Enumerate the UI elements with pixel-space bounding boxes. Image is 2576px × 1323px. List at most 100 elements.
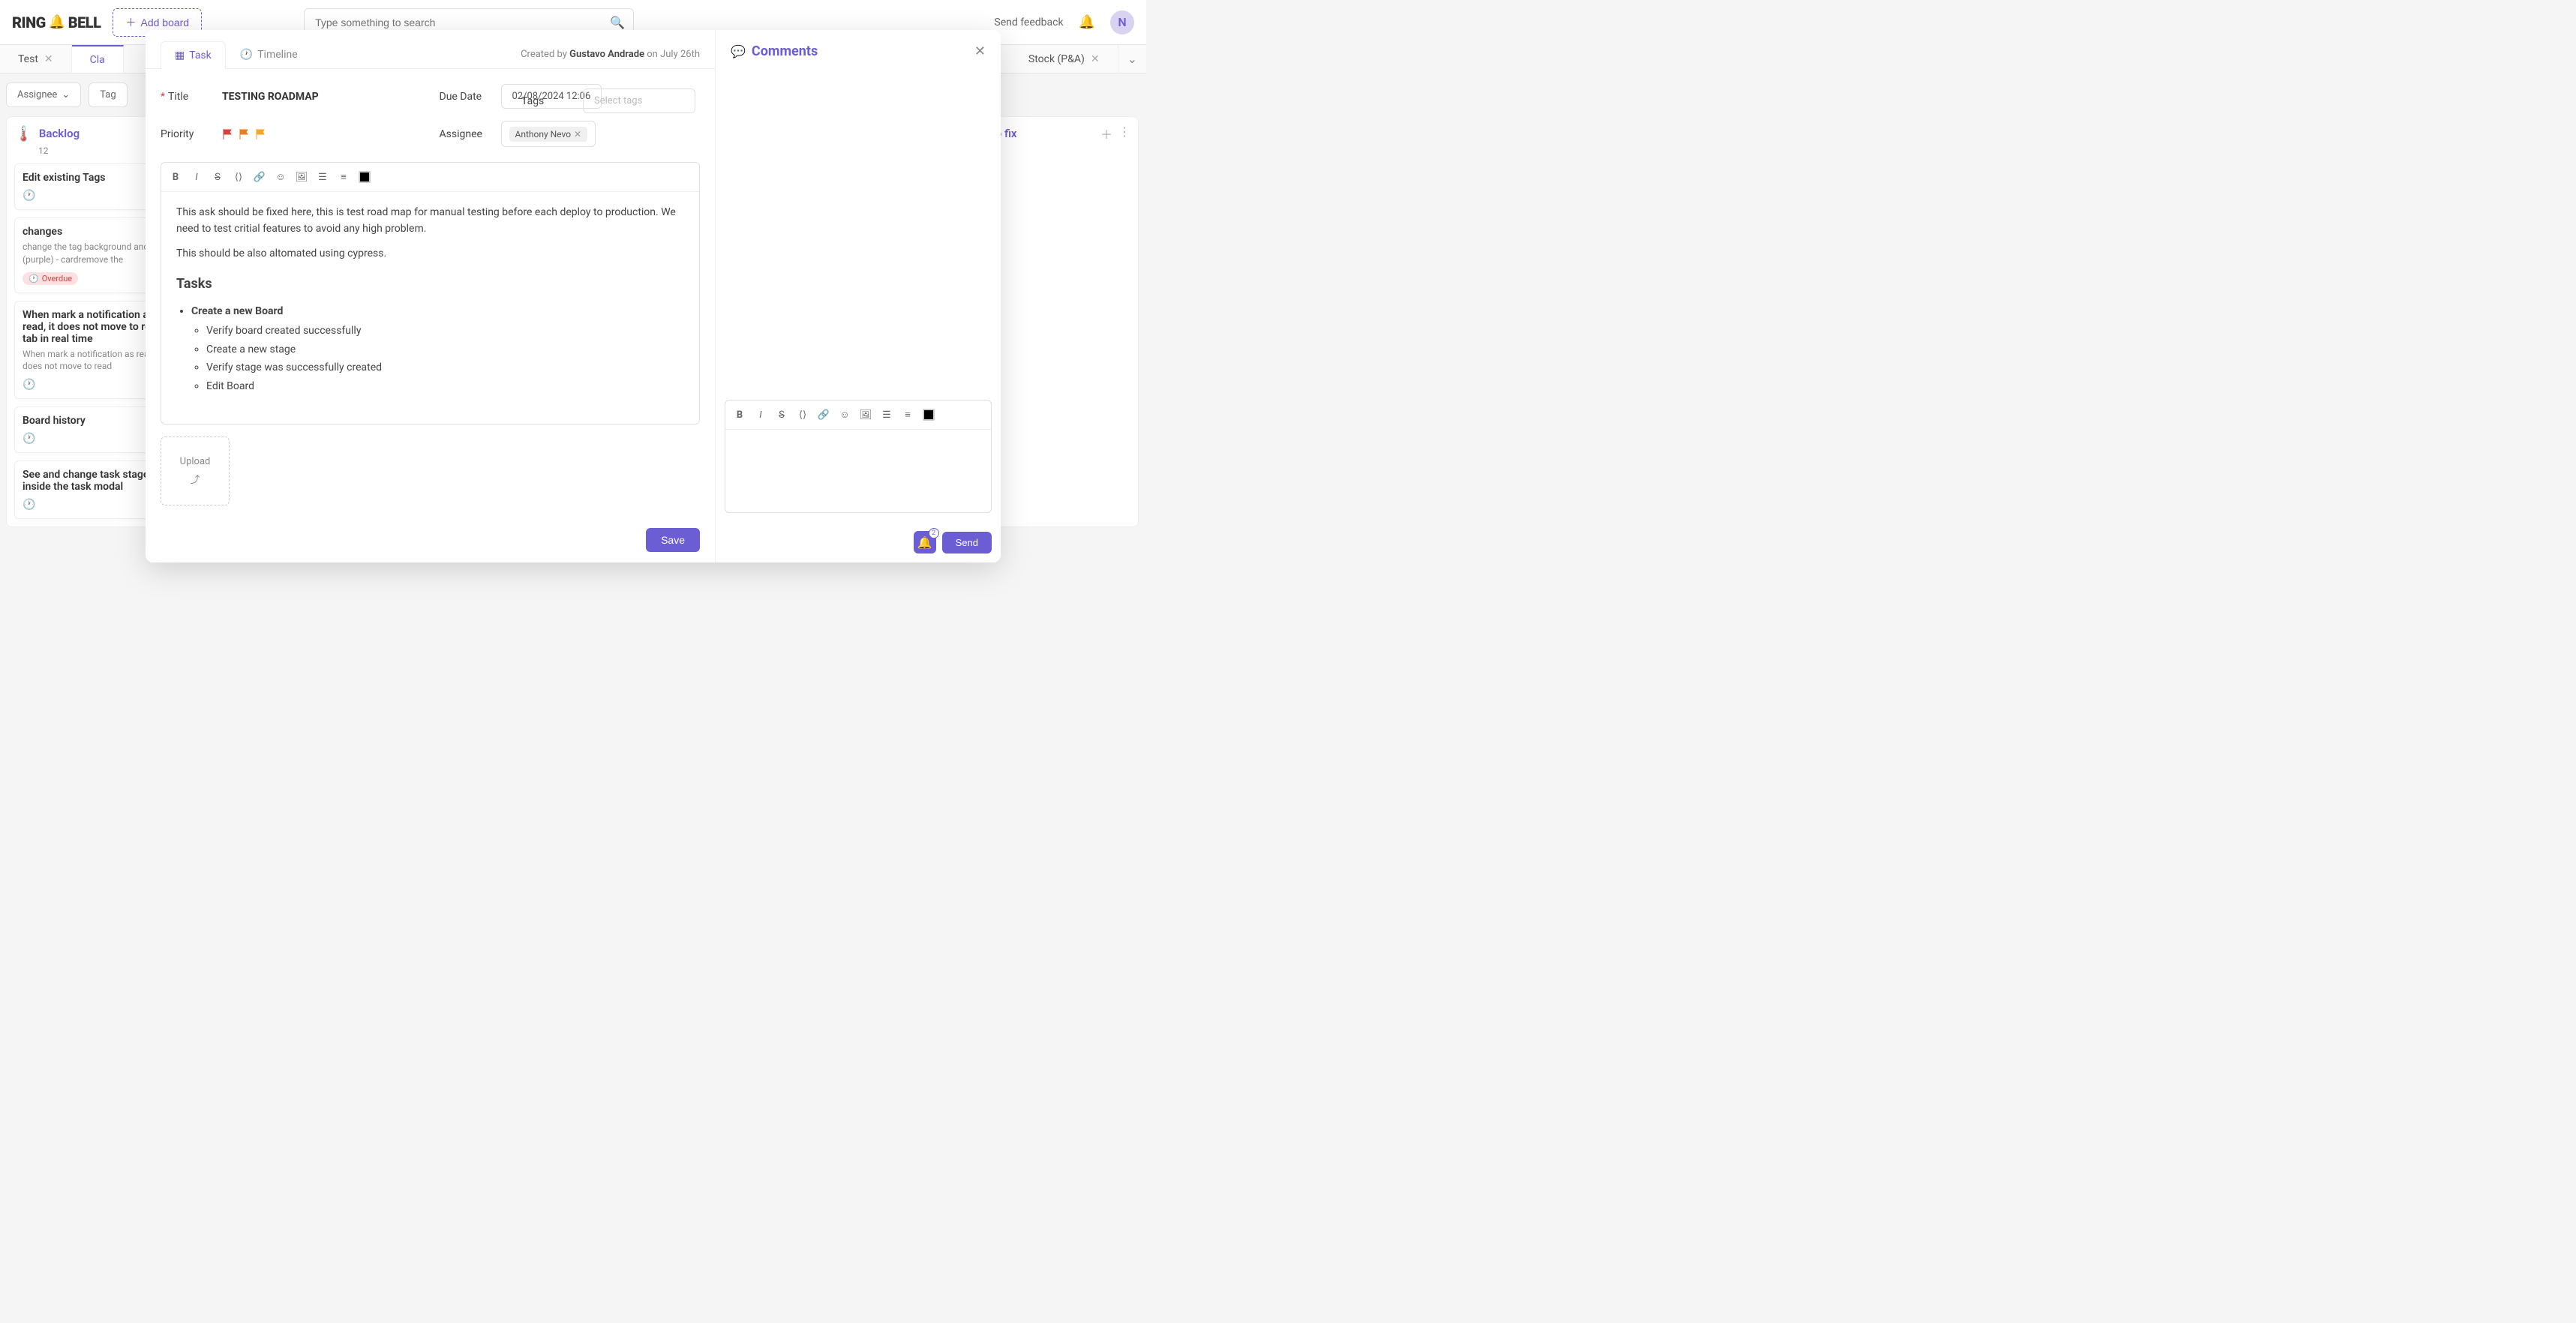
tab-timeline[interactable]: 🕐 Timeline [226,40,312,68]
clock-icon: 🕐 [23,499,35,511]
close-icon[interactable]: ✕ [974,44,986,59]
italic-icon[interactable]: I [751,405,770,424]
comment-editor: B I S ⟨⟩ 🔗 ☺ 🖼 ☰ ≡ [725,400,992,513]
tasks-heading: Tasks [176,274,684,296]
task-icon: ▦ [175,50,185,62]
title-value[interactable]: TESTING ROADMAP [222,91,319,103]
notifications-icon[interactable]: 🔔 [1079,14,1095,30]
label-text: Title [168,91,188,103]
tags-row: Tags Select tags [521,88,695,113]
title-label: *Title [161,91,213,103]
bell-icon: 🔔 [49,14,65,30]
list-item: Verify stage was successfully created [206,359,684,376]
assignee-filter[interactable]: Assignee ⌄ [6,82,81,107]
clock-icon: 🕐 [23,190,35,202]
tags-label: Tags [521,95,574,107]
tab-label: Task [189,50,212,62]
remove-icon[interactable]: ✕ [574,129,581,140]
color-picker[interactable] [355,167,374,187]
filter-label: Tag [100,89,116,100]
tab-task[interactable]: ▦ Task [161,41,226,69]
comment-toolbar: B I S ⟨⟩ 🔗 ☺ 🖼 ☰ ≡ [725,400,991,430]
color-picker[interactable] [919,405,938,424]
image-icon[interactable]: 🖼 [856,405,875,424]
tags-input[interactable]: Select tags [583,88,695,113]
board-tab-stock[interactable]: Stock (P&A) ✕ [1010,45,1118,73]
comments-list [716,73,1001,391]
image-icon[interactable]: 🖼 [292,167,311,187]
assignee-label: Assignee [440,128,492,140]
user-avatar[interactable]: N [1110,10,1134,34]
tab-label: Cla [90,54,105,66]
created-author: Gustavo Andrade [569,49,644,60]
board-tab-test[interactable]: Test ✕ [0,45,72,73]
logo-text-ring: RING [12,14,46,32]
comments-header: 💬 Comments ✕ [716,30,1001,73]
bullet-list-icon[interactable]: ☰ [313,167,332,187]
strikethrough-icon[interactable]: S [208,167,227,187]
code-icon[interactable]: ⟨⟩ [793,405,812,424]
list-item: Create a new stage [206,341,684,358]
emoji-icon[interactable]: ☺ [835,405,854,424]
clock-icon: 🕐 [240,49,253,61]
strikethrough-icon[interactable]: S [772,405,791,424]
flag-icon[interactable] [222,128,234,140]
overdue-label: Overdue [42,274,72,284]
upload-icon: ⤴ [190,472,200,486]
close-icon[interactable]: ✕ [44,53,53,65]
emoji-icon[interactable]: ☺ [271,167,290,187]
description-editor: B I S ⟨⟩ 🔗 ☺ 🖼 ☰ ≡ This ask should be fi… [161,162,700,424]
clock-icon: 🕐 [23,433,35,445]
editor-content[interactable]: This ask should be fixed here, this is t… [161,192,699,424]
ordered-list-icon[interactable]: ≡ [334,167,353,187]
link-icon[interactable]: 🔗 [250,167,269,187]
italic-icon[interactable]: I [187,167,206,187]
close-icon[interactable]: ✕ [1091,53,1100,65]
comment-input[interactable] [725,430,991,512]
tag-filter[interactable]: Tag [89,82,127,107]
modal-left: ▦ Task 🕐 Timeline Created by Gustavo And… [146,30,716,562]
tab-label: Test [18,53,38,65]
app-logo: RING 🔔 BELL [12,14,101,32]
list-item: Edit Board [206,378,684,394]
upload-button[interactable]: Upload ⤴ [161,436,230,506]
priority-row: Priority [161,121,422,147]
chevron-down-icon[interactable]: ⌄ [1118,45,1146,73]
notify-button[interactable]: 🔔 2 [914,531,936,554]
assignee-row: Assignee Anthony Nevo ✕ [440,121,701,147]
created-by: Created by Gustavo Andrade on July 26th [521,49,700,60]
title-row: *Title TESTING ROADMAP [161,84,422,109]
clock-icon: 🕐 [29,274,39,284]
code-icon[interactable]: ⟨⟩ [229,167,248,187]
task-top: Create a new Board [191,305,283,317]
board-tab-cla[interactable]: Cla [72,45,124,73]
priority-label: Priority [161,128,213,140]
flag-icon[interactable] [255,128,267,140]
send-row: 🔔 2 Send [716,522,1001,562]
overdue-badge: 🕐 Overdue [23,272,78,285]
assignee-name: Anthony Nevo [515,129,572,140]
save-button[interactable]: Save [646,528,700,552]
notif-count: 2 [929,528,939,538]
task-modal: ▦ Task 🕐 Timeline Created by Gustavo And… [146,30,1001,562]
save-row: Save [146,518,715,562]
thermometer-icon: 🌡️ [14,124,33,142]
column-title: Backlog [39,127,80,140]
add-card-icon[interactable]: ＋ [1100,124,1112,142]
comment-icon: 💬 [731,44,746,58]
bullet-list-icon[interactable]: ☰ [877,405,896,424]
due-date-label: Due Date [440,91,492,103]
bold-icon[interactable]: B [166,167,185,187]
upload-label: Upload [180,456,211,467]
bold-icon[interactable]: B [730,405,749,424]
send-feedback-link[interactable]: Send feedback [994,16,1063,28]
priority-flags[interactable] [222,128,267,140]
editor-toolbar: B I S ⟨⟩ 🔗 ☺ 🖼 ☰ ≡ [161,163,699,192]
more-icon[interactable]: ⋮ [1118,124,1130,142]
send-button[interactable]: Send [942,532,992,554]
link-icon[interactable]: 🔗 [814,405,833,424]
ordered-list-icon[interactable]: ≡ [898,405,917,424]
topbar-right: Send feedback 🔔 N [994,10,1134,34]
flag-icon[interactable] [239,128,251,140]
assignee-input[interactable]: Anthony Nevo ✕ [501,121,596,147]
